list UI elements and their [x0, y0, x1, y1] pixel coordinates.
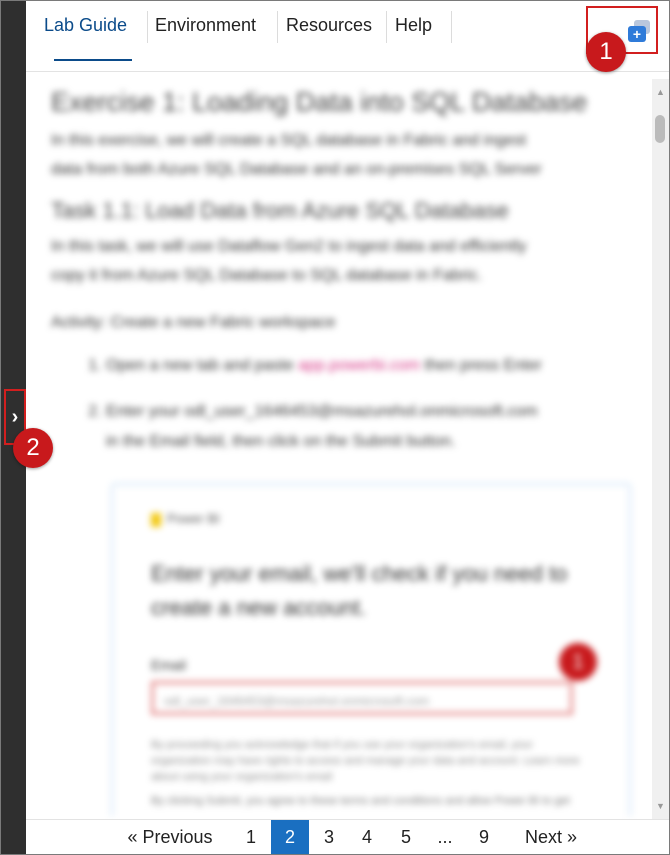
intro-line-1: In this exercise, we will create a SQL d… [51, 132, 527, 149]
task-title: Task 1.1: Load Data from Azure SQL Datab… [51, 198, 509, 223]
active-tab-indicator [54, 59, 132, 61]
signin-question: Enter your email, we'll check if you nee… [151, 561, 568, 620]
brand-label: Power BI [167, 511, 220, 526]
callout-1-badge: 1 [586, 32, 626, 72]
tab-help[interactable]: Help [395, 15, 432, 36]
new-window-icon: + [628, 26, 646, 42]
tab-divider [277, 11, 278, 43]
previous-page-button[interactable]: « Previous [116, 820, 224, 854]
exercise-title: Exercise 1: Loading Data into SQL Databa… [51, 87, 588, 117]
page-ellipsis: ... [437, 827, 453, 847]
step-2-line-2: in the Email field, then click on the Su… [106, 433, 456, 450]
powerbi-link[interactable]: app.powerbi.com [298, 357, 420, 374]
callout-2-badge: 2 [13, 428, 53, 468]
scroll-up-icon[interactable]: ▲ [656, 87, 665, 97]
step-1-text-end: then press Enter [424, 357, 542, 374]
step-1-text: Open a new tab and paste [106, 357, 294, 374]
signin-screenshot: Power BI Enter your email, we'll check i… [111, 483, 631, 816]
lab-guide-panel: › Lab Guide Environment Resources Help +… [0, 0, 670, 855]
page-1-button[interactable]: 1 [232, 820, 270, 854]
page-9-button[interactable]: 9 [465, 820, 503, 854]
page-4-button[interactable]: 4 [348, 820, 386, 854]
page-3-button[interactable]: 3 [310, 820, 348, 854]
collapsed-sidebar: › [1, 1, 26, 854]
task-line-2: copy it from Azure SQL Database to SQL d… [51, 267, 483, 284]
step-2: Enter your odl_user_1646453@msazurehol.o… [106, 397, 651, 457]
tab-resources[interactable]: Resources [286, 15, 372, 36]
tab-environment[interactable]: Environment [155, 15, 256, 36]
activity-heading: Activity: Create a new Fabric workspace [51, 314, 336, 331]
tab-lab-guide[interactable]: Lab Guide [44, 15, 127, 36]
task-line-1: In this task, we will use Dataflow Gen2 … [51, 238, 527, 255]
tab-divider [451, 11, 452, 43]
scrollbar-thumb[interactable] [655, 115, 665, 143]
submit-note: By clicking Submit, you agree to these t… [151, 795, 570, 807]
powerbi-logo-icon [151, 512, 161, 527]
page-5-button[interactable]: 5 [387, 820, 425, 854]
chevron-right-icon: › [11, 405, 19, 428]
step-list: Open a new tab and paste app.powerbi.com… [51, 351, 651, 457]
vertical-scrollbar[interactable]: ▲ ▼ [652, 79, 669, 819]
step-2-line-1: Enter your odl_user_1646453@msazurehol.o… [106, 403, 538, 420]
powerbi-brand: Power BI [151, 511, 220, 527]
email-field: odl_user_1646453@msazurehol.onmicrosoft.… [151, 681, 573, 715]
intro-line-2: data from both Azure SQL Database and an… [51, 161, 542, 178]
lab-guide-content: Exercise 1: Loading Data into SQL Databa… [51, 81, 651, 816]
next-page-button[interactable]: Next » [511, 820, 591, 854]
tab-bar: Lab Guide Environment Resources Help [26, 1, 669, 72]
step-1: Open a new tab and paste app.powerbi.com… [106, 351, 651, 381]
tab-divider [147, 11, 148, 43]
page-2-button[interactable]: 2 [271, 820, 309, 854]
pagination: « Previous 1 2 3 4 5 ... 9 Next » [26, 819, 669, 854]
email-label: Email [151, 657, 187, 673]
tab-divider [386, 11, 387, 43]
callout-badge: 1 [559, 643, 597, 681]
scroll-down-icon[interactable]: ▼ [656, 801, 665, 811]
fine-print: By proceeding you acknowledge that if yo… [151, 739, 580, 783]
